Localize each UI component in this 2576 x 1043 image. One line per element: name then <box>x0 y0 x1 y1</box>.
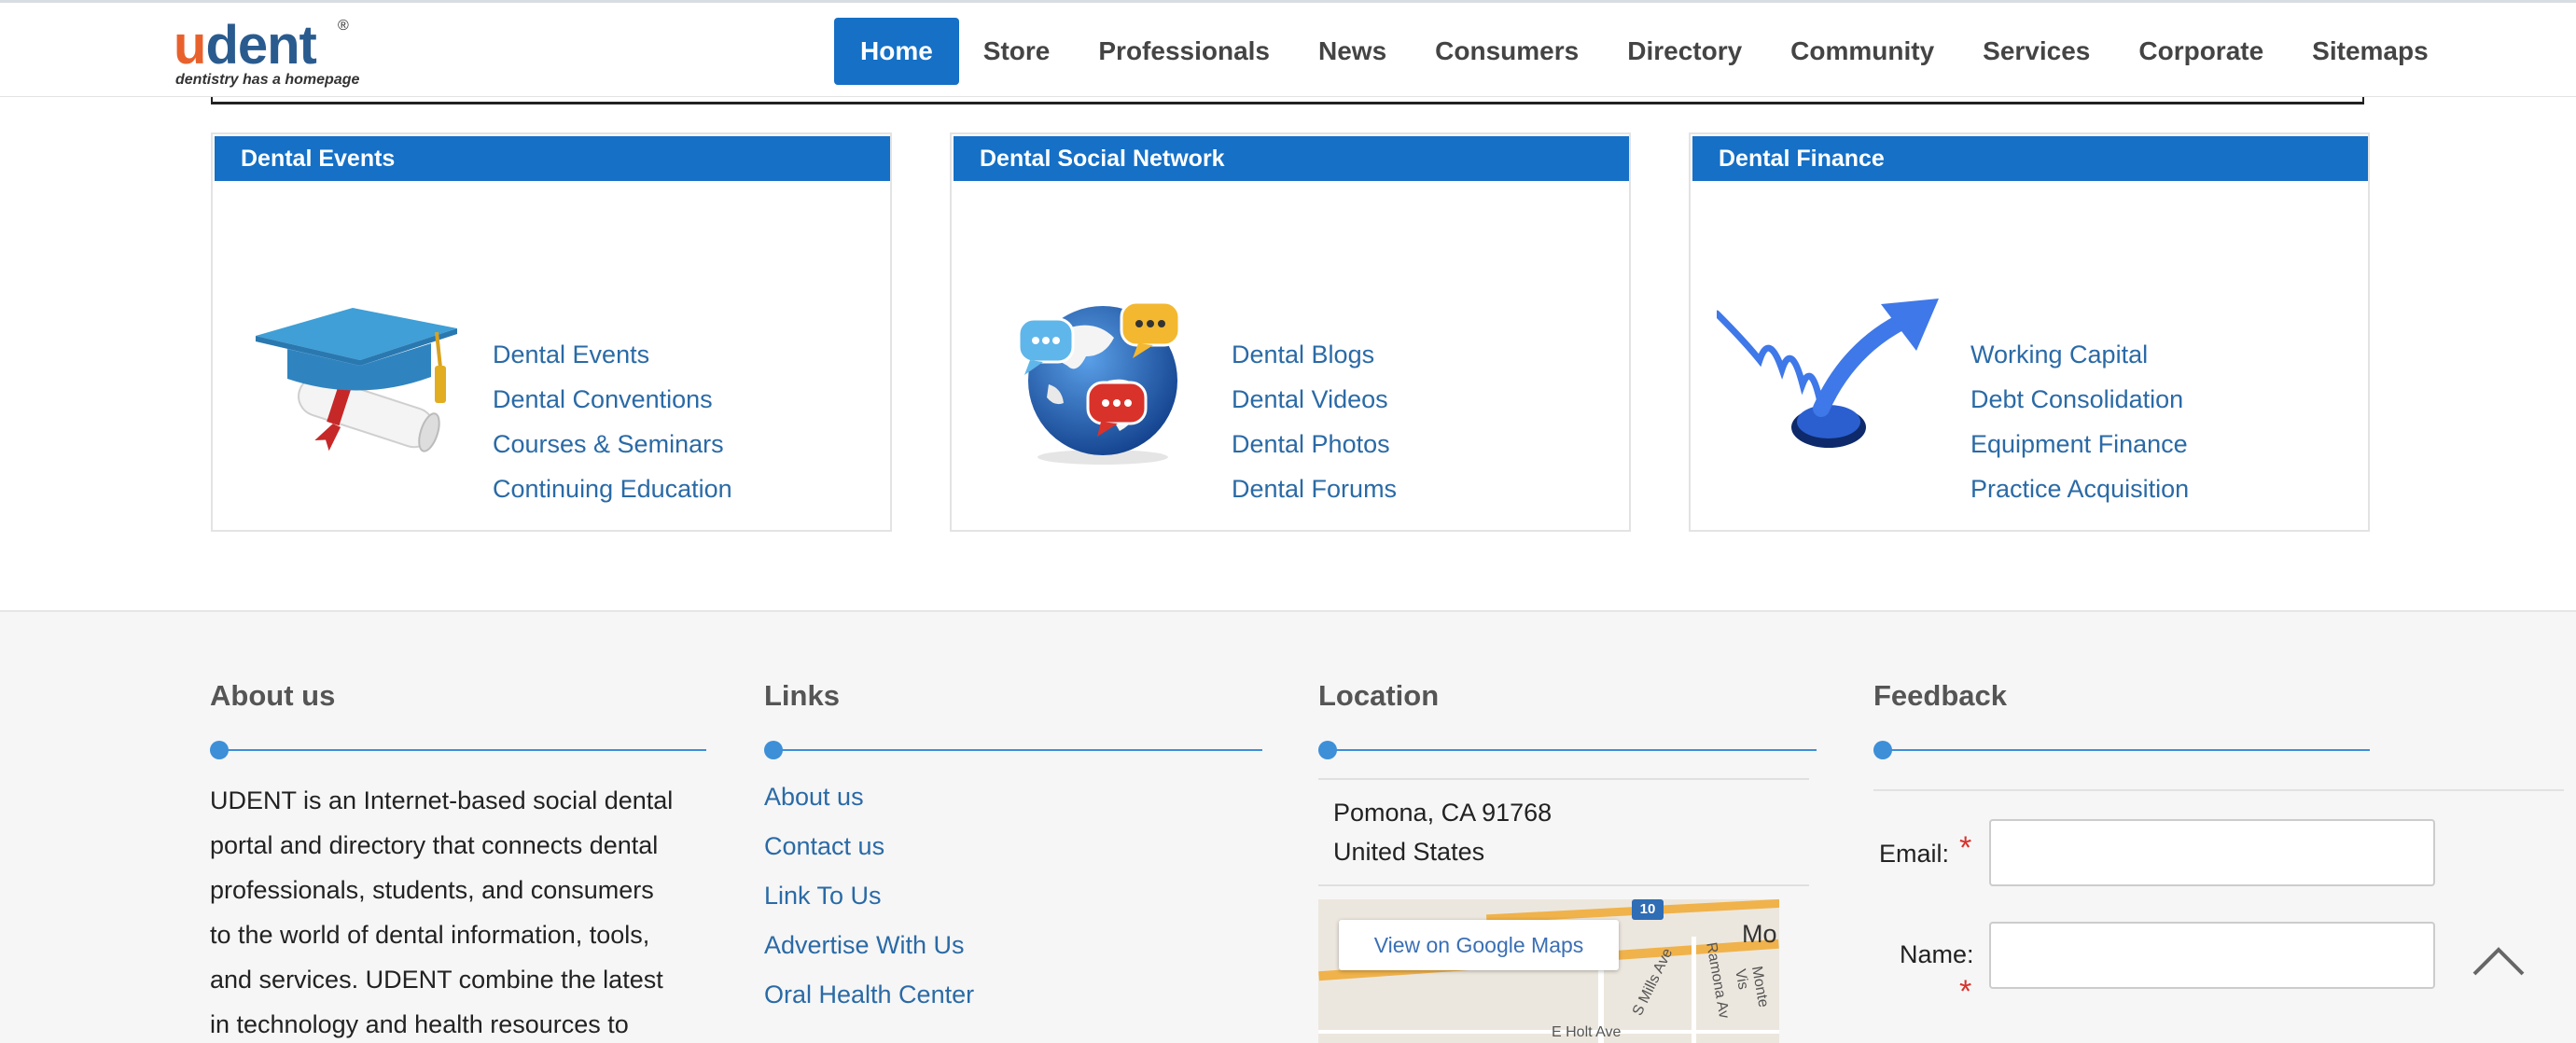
link-practice-acquisition[interactable]: Practice Acquisition <box>1970 466 2189 511</box>
footer-link-link-to-us[interactable]: Link To Us <box>764 871 974 921</box>
footer-link-oral-health[interactable]: Oral Health Center <box>764 970 974 1020</box>
nav-store[interactable]: Store <box>959 18 1075 85</box>
link-courses-seminars[interactable]: Courses & Seminars <box>493 422 732 466</box>
map-town-label: Mo <box>1742 920 1777 948</box>
footer-feedback: Feedback Email: * Name: * <box>1873 677 2564 1024</box>
address-box: Pomona, CA 91768 United States <box>1318 778 1809 886</box>
name-row: Name: * <box>1873 922 2564 1024</box>
nav-consumers[interactable]: Consumers <box>1411 18 1603 85</box>
footer-links-title: Links <box>764 679 840 712</box>
location-map[interactable]: 10 View on Google Maps Mo S Mills Ave Ra… <box>1318 899 1779 1043</box>
footer-about: About us UDENT is an Internet-based soci… <box>210 677 706 1043</box>
address-line-1: Pomona, CA 91768 <box>1333 799 1553 827</box>
name-label: Name: <box>1900 940 1974 968</box>
link-working-capital[interactable]: Working Capital <box>1970 332 2189 377</box>
logo-registered-mark: ® <box>338 18 349 34</box>
footer-feedback-title: Feedback <box>1873 679 2008 712</box>
name-field[interactable] <box>1989 922 2435 989</box>
site-footer: About us UDENT is an Internet-based soci… <box>0 610 2576 1043</box>
nav-sitemaps[interactable]: Sitemaps <box>2288 18 2453 85</box>
main-nav: Home Store Professionals News Consumers … <box>834 18 2453 85</box>
panel-title: Dental Events <box>215 136 890 181</box>
link-dental-photos[interactable]: Dental Photos <box>1232 422 1397 466</box>
content-frame-bottom <box>211 97 2364 104</box>
panel-title: Dental Social Network <box>954 136 1629 181</box>
nav-corporate[interactable]: Corporate <box>2114 18 2288 85</box>
footer-location-title: Location <box>1318 679 1440 712</box>
footer-about-title: About us <box>210 679 336 712</box>
address-line-2: United States <box>1333 838 1485 866</box>
map-street-label: E Holt Ave <box>1552 1024 1622 1040</box>
panel-links: Dental Blogs Dental Videos Dental Photos… <box>1232 332 1397 511</box>
panel-dental-social-network: Dental Social Network Dental Blogs Denta… <box>950 132 1631 532</box>
nav-home[interactable]: Home <box>834 18 959 85</box>
footer-links: Links About us Contact us Link To Us Adv… <box>764 677 1262 1020</box>
map-street-label: Monte Vis <box>1732 965 1772 1009</box>
panel-dental-events: Dental Events Dental Events Dental Conve… <box>211 132 892 532</box>
link-dental-forums[interactable]: Dental Forums <box>1232 466 1397 511</box>
panel-title: Dental Finance <box>1692 136 2368 181</box>
footer-link-advertise[interactable]: Advertise With Us <box>764 921 974 970</box>
footer-link-contact-us[interactable]: Contact us <box>764 822 974 871</box>
email-label: Email: <box>1879 840 1950 868</box>
link-dental-conventions[interactable]: Dental Conventions <box>493 377 732 422</box>
nav-professionals[interactable]: Professionals <box>1074 18 1294 85</box>
link-dental-videos[interactable]: Dental Videos <box>1232 377 1397 422</box>
highway-10-sign: 10 <box>1632 899 1664 920</box>
required-marker: * <box>1959 974 1972 1009</box>
logo-wordmark: udent <box>174 15 317 76</box>
footer-divider <box>764 739 1262 761</box>
nav-community[interactable]: Community <box>1766 18 1958 85</box>
rising-arrow-spring-icon <box>1717 299 1939 448</box>
required-marker: * <box>1959 830 1972 866</box>
footer-link-about-us[interactable]: About us <box>764 772 974 822</box>
footer-location: Location Pomona, CA 91768 United States … <box>1318 677 1817 1043</box>
nav-services[interactable]: Services <box>1958 18 2114 85</box>
email-field[interactable] <box>1989 819 2435 886</box>
link-dental-events[interactable]: Dental Events <box>493 332 732 377</box>
nav-directory[interactable]: Directory <box>1603 18 1766 85</box>
nav-news[interactable]: News <box>1294 18 1411 85</box>
udent-logo[interactable]: udent ® dentistry has a homepage <box>174 16 360 90</box>
email-row: Email: * <box>1873 819 2564 922</box>
footer-divider <box>1873 739 2564 761</box>
panel-links: Dental Events Dental Conventions Courses… <box>493 332 732 511</box>
scroll-to-top-icon[interactable] <box>2471 942 2527 980</box>
logo-tagline: dentistry has a homepage <box>175 72 360 88</box>
view-on-google-maps-button[interactable]: View on Google Maps <box>1339 920 1619 970</box>
about-text: UDENT is an Internet-based social dental… <box>210 786 674 1038</box>
link-dental-blogs[interactable]: Dental Blogs <box>1232 332 1397 377</box>
panel-dental-finance: Dental Finance Working Capital Debt Cons… <box>1689 132 2370 532</box>
site-header: udent ® dentistry has a homepage Home St… <box>0 0 2576 97</box>
feedback-divider <box>1873 789 2564 791</box>
panel-links: Working Capital Debt Consolidation Equip… <box>1970 332 2189 511</box>
footer-divider <box>1318 739 1817 761</box>
footer-divider <box>210 739 706 761</box>
map-street-label: Ramona Av <box>1703 940 1733 1020</box>
globe-chat-bubbles-icon <box>1017 300 1181 465</box>
graduation-cap-diploma-icon <box>256 308 457 452</box>
link-equipment-finance[interactable]: Equipment Finance <box>1970 422 2189 466</box>
link-debt-consolidation[interactable]: Debt Consolidation <box>1970 377 2189 422</box>
link-continuing-education[interactable]: Continuing Education <box>493 466 732 511</box>
